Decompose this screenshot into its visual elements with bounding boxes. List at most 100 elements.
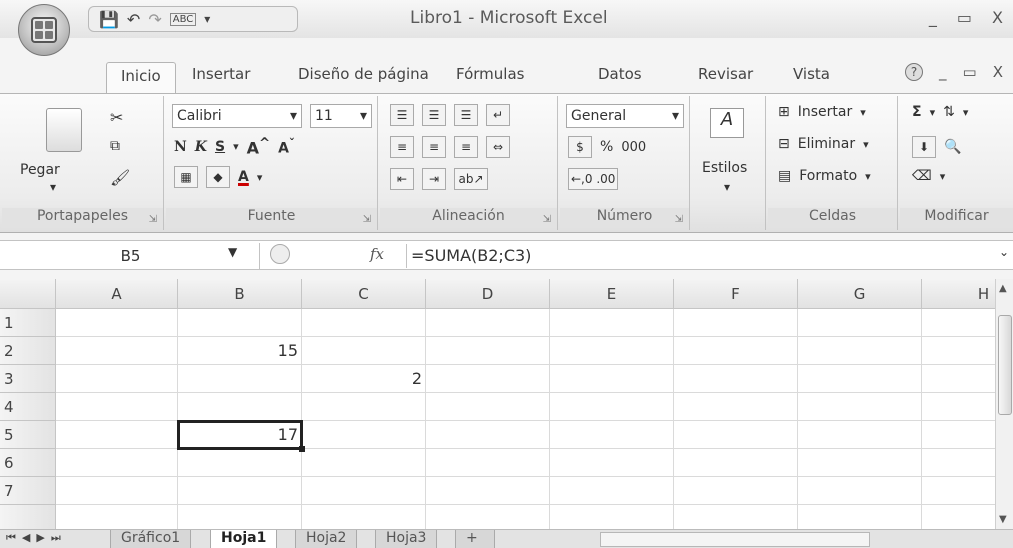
shrink-font-icon[interactable]: Aˇ	[278, 136, 295, 157]
tab-formulas[interactable]: Fórmulas	[456, 65, 524, 83]
prev-sheet-icon[interactable]: ◀	[22, 531, 30, 545]
grid-cell[interactable]	[922, 393, 995, 421]
find-select-icon[interactable]: 🔍	[944, 139, 961, 155]
merge-center-icon[interactable]: ⇔	[486, 136, 510, 158]
thousands-button[interactable]: 000	[621, 140, 646, 155]
align-left-icon[interactable]: ≡	[390, 136, 414, 158]
grid-cell[interactable]	[674, 421, 798, 449]
grid-cell[interactable]	[674, 477, 798, 505]
grid-cell[interactable]	[56, 365, 178, 393]
select-all-corner[interactable]	[0, 279, 56, 309]
grow-font-icon[interactable]: A^	[247, 136, 271, 157]
spellcheck-icon[interactable]: ABC	[169, 12, 197, 26]
grid-cell[interactable]	[426, 393, 550, 421]
chevron-down-icon[interactable]: ▾	[860, 106, 866, 119]
workbook-restore-button[interactable]: ▭	[963, 63, 977, 81]
tab-revisar[interactable]: Revisar	[698, 65, 753, 83]
grid-cell[interactable]	[550, 449, 674, 477]
column-header-h[interactable]: H	[922, 279, 995, 309]
sort-filter-icon[interactable]: ⇅	[943, 104, 955, 120]
minimize-button[interactable]: _	[929, 8, 937, 27]
grid-cell[interactable]	[56, 505, 178, 529]
underline-dropdown-icon[interactable]: ▾	[233, 140, 239, 153]
cell-c3[interactable]: 2	[302, 365, 426, 393]
align-center-icon[interactable]: ≡	[422, 136, 446, 158]
grid-cell[interactable]	[178, 393, 302, 421]
font-color-dropdown-icon[interactable]: ▾	[257, 171, 263, 184]
grid-cell[interactable]	[426, 449, 550, 477]
grid-cell[interactable]	[674, 365, 798, 393]
grid-cell[interactable]	[798, 309, 922, 337]
grid-cell[interactable]	[302, 449, 426, 477]
grid-cell[interactable]	[674, 309, 798, 337]
expand-formula-icon[interactable]: ⌄	[999, 245, 1009, 259]
column-header-c[interactable]: C	[302, 279, 426, 309]
grid-cell[interactable]	[550, 365, 674, 393]
underline-button[interactable]: S	[215, 139, 225, 155]
align-bottom-icon[interactable]: ☰	[454, 104, 478, 126]
grid-cell[interactable]	[550, 505, 674, 529]
grid-cell[interactable]	[550, 309, 674, 337]
numero-launcher-icon[interactable]: ⇲	[675, 214, 683, 225]
scroll-down-icon[interactable]: ▼	[999, 514, 1007, 525]
insert-cells-button[interactable]: Insertar	[798, 104, 853, 120]
format-cells-button[interactable]: Formato	[799, 168, 857, 184]
maximize-button[interactable]: ▭	[957, 8, 972, 27]
row-header-7[interactable]: 7	[0, 477, 56, 505]
insert-sheet-icon[interactable]: +	[455, 530, 495, 548]
scroll-up-icon[interactable]: ▲	[999, 283, 1007, 294]
grid-cell[interactable]	[674, 505, 798, 529]
grid-cell[interactable]	[56, 337, 178, 365]
grid-cell[interactable]	[674, 449, 798, 477]
grid-cell[interactable]	[178, 365, 302, 393]
grid-cell[interactable]	[56, 393, 178, 421]
grid-cell[interactable]	[798, 421, 922, 449]
delete-cells-button[interactable]: Eliminar	[798, 136, 855, 152]
grid-cell[interactable]	[56, 449, 178, 477]
grid-cell[interactable]	[178, 505, 302, 529]
orientation-icon[interactable]: ab↗	[454, 168, 488, 190]
tab-insertar[interactable]: Insertar	[192, 65, 250, 83]
grid-cell[interactable]	[798, 449, 922, 477]
column-header-b[interactable]: B	[178, 279, 302, 309]
grid-cell[interactable]	[426, 309, 550, 337]
grid-cell[interactable]	[550, 337, 674, 365]
grid-cell[interactable]	[798, 365, 922, 393]
percent-button[interactable]: %	[600, 139, 613, 155]
grid-cell[interactable]	[798, 505, 922, 529]
chevron-down-icon[interactable]: ▾	[940, 170, 946, 183]
vertical-scrollbar[interactable]: ▲ ▼	[995, 279, 1013, 529]
customize-qat-icon[interactable]: ▾	[204, 12, 210, 26]
row-header-4[interactable]: 4	[0, 393, 56, 421]
decrease-indent-icon[interactable]: ⇤	[390, 168, 414, 190]
grid-cell[interactable]	[426, 505, 550, 529]
italic-button[interactable]: K	[195, 139, 207, 155]
cell-b5[interactable]: 17	[177, 420, 305, 452]
grid-cell[interactable]	[550, 421, 674, 449]
wrap-text-icon[interactable]: ↵	[486, 104, 510, 126]
tab-diseno-pagina[interactable]: Diseño de página	[298, 65, 429, 83]
grid-cell[interactable]	[426, 421, 550, 449]
chevron-down-icon[interactable]: ▾	[963, 106, 969, 119]
grid-cell[interactable]	[302, 309, 426, 337]
styles-button[interactable]: Estilos	[702, 160, 747, 176]
grid-cell[interactable]	[56, 477, 178, 505]
row-header-6[interactable]: 6	[0, 449, 56, 477]
save-icon[interactable]: 💾	[99, 10, 119, 29]
chevron-down-icon[interactable]: ▾	[930, 106, 936, 119]
grid-cell[interactable]	[56, 309, 178, 337]
next-sheet-icon[interactable]: ▶	[36, 531, 44, 545]
chevron-down-icon[interactable]: ▾	[865, 170, 871, 183]
grid-cell[interactable]	[922, 337, 995, 365]
last-sheet-icon[interactable]: ⏭	[51, 531, 61, 545]
grid-cell[interactable]	[426, 477, 550, 505]
name-box[interactable]: B5	[2, 243, 260, 269]
workbook-minimize-button[interactable]: _	[939, 63, 947, 81]
grid-cell[interactable]	[922, 505, 995, 529]
currency-icon[interactable]: $	[568, 136, 592, 158]
redo-icon[interactable]: ↷	[148, 10, 161, 29]
grid-cell[interactable]	[798, 337, 922, 365]
horizontal-scrollbar[interactable]	[600, 532, 870, 547]
increase-decimal-button[interactable]: ←,0 .00	[568, 168, 619, 190]
cut-icon[interactable]: ✂	[110, 108, 123, 127]
